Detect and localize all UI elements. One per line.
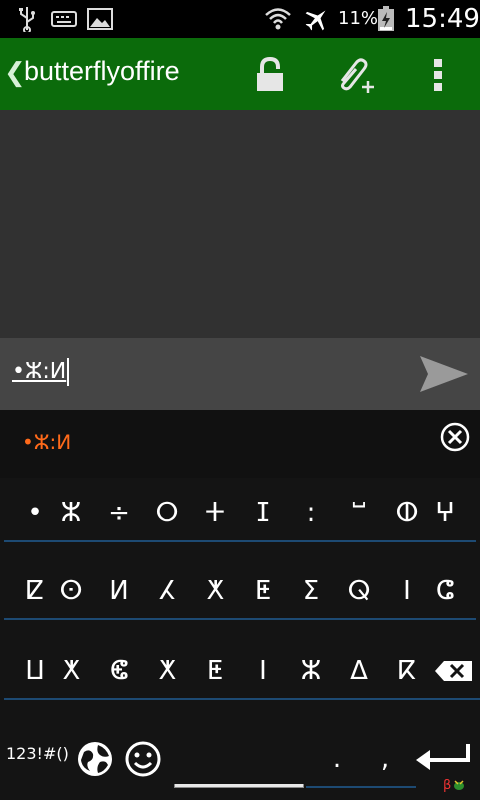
backspace-key[interactable] [422, 640, 480, 702]
key-label: ⵅ [158, 656, 176, 686]
key[interactable]: ⵛ [410, 560, 480, 622]
key-label: : [306, 498, 316, 528]
key-underline [414, 540, 476, 542]
key-label: ⵔ [155, 498, 179, 528]
key-underline [414, 618, 476, 620]
lock-button[interactable] [242, 50, 298, 100]
soft-keyboard: •ⵣ:ⵍ • ⵣ ÷ ⵔ ⵜ ⵊ : ⵯ ⵀ ⵖ ⵇ ⵙ ⵍ ⵃ ⵅ ⵟ ⵉ ⵕ… [0, 410, 480, 800]
key-label: ⵣ [300, 656, 322, 686]
key-underline [426, 698, 480, 700]
enter-key[interactable] [414, 742, 472, 776]
compose-bar: •ⵣ:ⵍ [0, 338, 480, 410]
key-label: . [332, 744, 342, 774]
key-label: ⵕ [347, 576, 371, 606]
back-chevron-icon[interactable]: ❮ [4, 58, 26, 88]
battery-percent: 11% [338, 8, 379, 29]
overflow-menu-icon [434, 59, 442, 91]
clock: 15:49 [405, 4, 480, 34]
message-list[interactable] [0, 110, 480, 338]
key-underline [354, 786, 416, 788]
key-label: ⵍ [109, 576, 129, 606]
language-globe-key[interactable] [76, 740, 114, 778]
key-label: ⵅ [62, 656, 80, 686]
wifi-icon [264, 6, 292, 32]
action-bar: ❮ butterflyoffire [0, 38, 480, 110]
key[interactable]: ⵖ [410, 482, 480, 544]
key-label: ⵠ [350, 656, 368, 686]
key-label: ⵟ [254, 576, 272, 606]
airplane-icon [302, 6, 332, 32]
comma-key[interactable]: , [350, 728, 420, 790]
key-label: ⴽ [398, 656, 416, 686]
attach-add-icon [340, 58, 374, 93]
status-bar: 11% 15:49 [0, 0, 480, 38]
conversation-title[interactable]: butterflyoffire [24, 56, 180, 87]
key-label: ⵙ [59, 576, 83, 606]
overflow-menu-button[interactable] [410, 50, 466, 100]
message-input[interactable]: •ⵣ:ⵍ [12, 358, 70, 386]
symbols-key[interactable]: 123!#() [6, 744, 69, 763]
backspace-icon [435, 661, 472, 681]
lock-icon [257, 57, 283, 91]
key-label: ⵞ [109, 656, 129, 686]
message-input-text: •ⵣ:ⵍ [12, 359, 67, 384]
attach-button[interactable] [326, 50, 382, 100]
key-label: ⵃ [158, 576, 176, 606]
enter-arrow-icon [416, 744, 470, 770]
suggestion-bar: •ⵣ:ⵍ [0, 410, 480, 478]
globe-icon [78, 742, 112, 776]
keyboard-icon [50, 6, 78, 32]
key-label: ÷ [108, 498, 130, 528]
usb-icon [14, 6, 40, 32]
key-label: ⵖ [435, 498, 455, 528]
space-bar-indicator [174, 784, 304, 788]
text-caret [67, 358, 70, 386]
keyboard-brand-mark: β [443, 778, 452, 793]
key-label: ⵯ [352, 498, 366, 528]
key-label: ⵟ [206, 656, 224, 686]
battery-icon [376, 6, 396, 32]
image-icon [86, 6, 114, 32]
close-circle-icon [440, 422, 470, 452]
key-label: ⵜ [205, 498, 225, 528]
key-label: , [380, 744, 390, 774]
key-label: ⵛ [435, 576, 455, 606]
suggestion-item[interactable]: •ⵣ:ⵍ [22, 430, 71, 454]
beta-bug-icon [454, 780, 464, 790]
send-icon [420, 356, 468, 392]
key-label: ⵊ [256, 498, 270, 528]
smiley-icon [125, 741, 161, 777]
key-label: ⵏ [259, 656, 267, 686]
send-button[interactable] [414, 346, 474, 402]
keyboard-bottom-row: 123!#() . , β [0, 722, 480, 800]
key-label: ⵣ [60, 498, 82, 528]
space-key[interactable] [170, 730, 308, 796]
emoji-key[interactable] [124, 740, 162, 778]
key-label: ⵅ [206, 576, 224, 606]
key-label: ⵉ [302, 576, 320, 606]
close-suggestions-button[interactable] [440, 422, 476, 458]
